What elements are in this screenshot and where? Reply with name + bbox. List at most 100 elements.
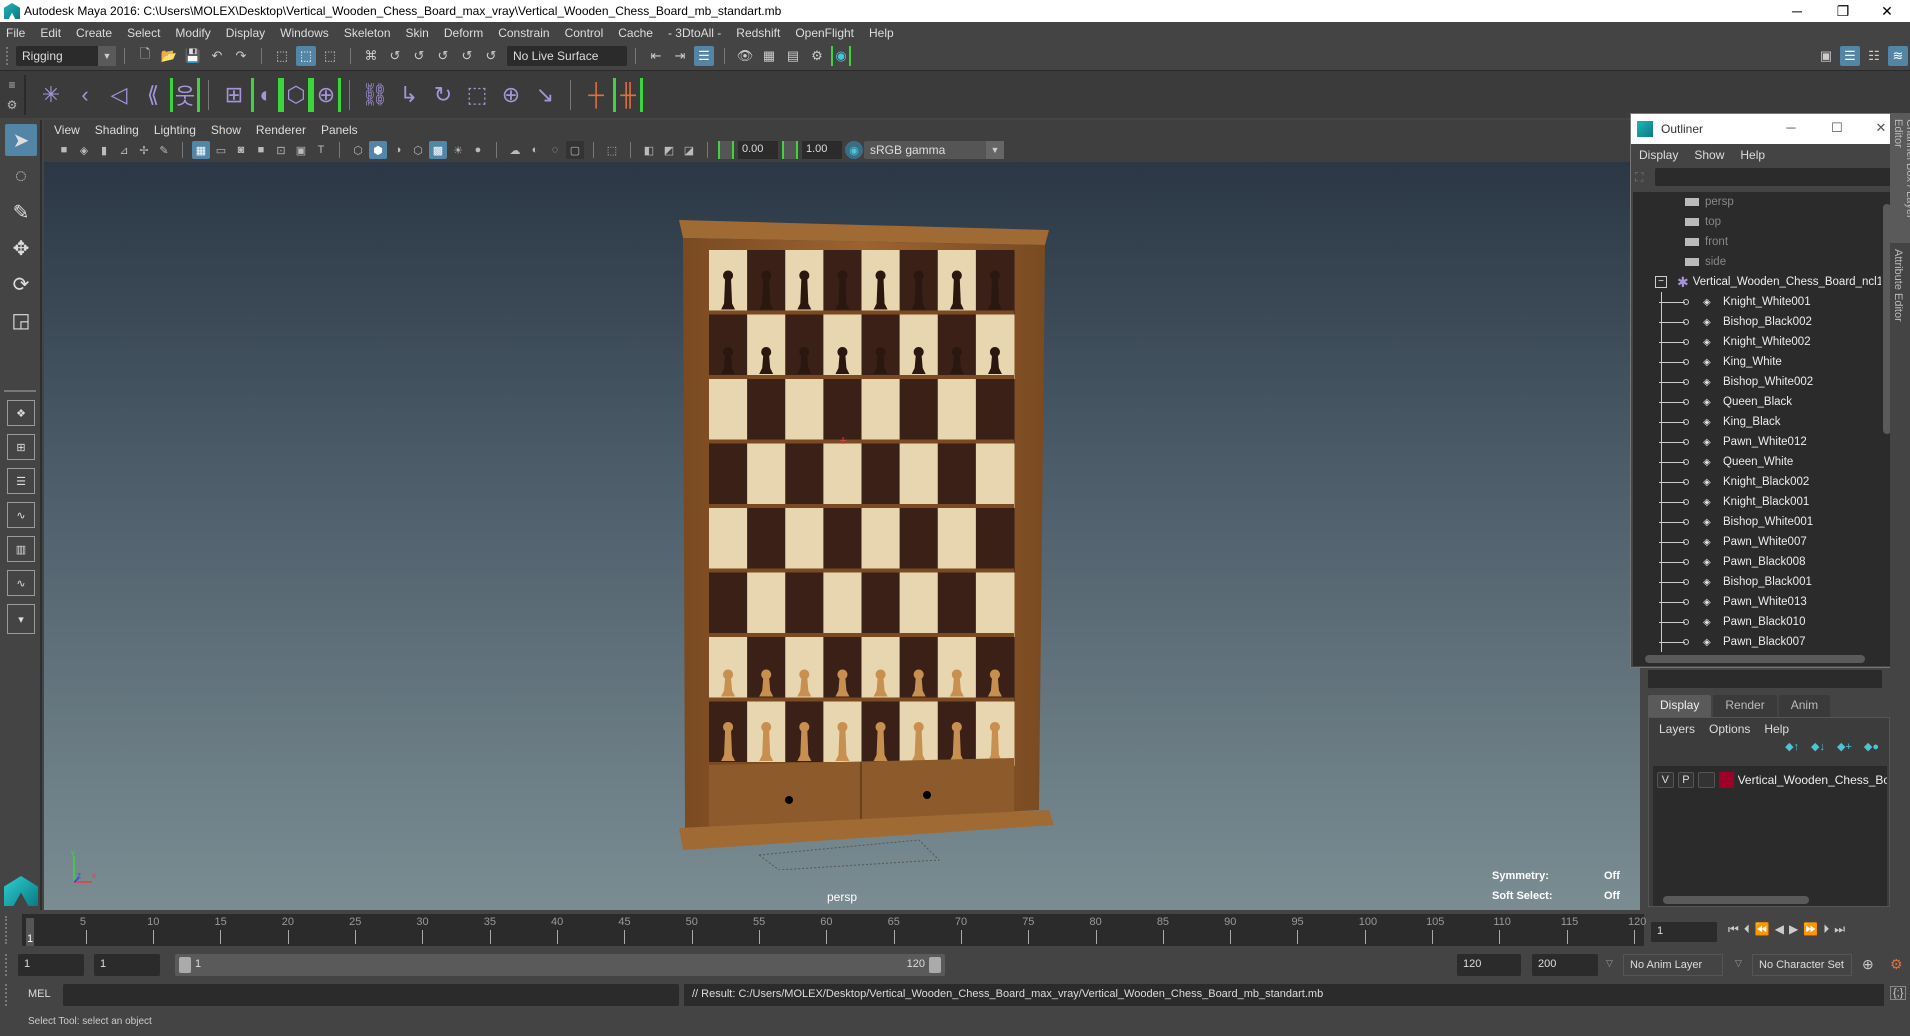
film-gate-icon[interactable]: ▭ xyxy=(212,141,230,159)
modeling-toolkit-icon[interactable]: ▣ xyxy=(1816,46,1836,66)
chess-cabinet-model[interactable] xyxy=(669,210,1059,870)
outliner-mesh-item[interactable]: ◈ Bishop_White002 xyxy=(1633,372,1895,392)
render-frame-icon[interactable]: ▦ xyxy=(759,46,779,66)
outliner-mesh-item[interactable]: ◈ King_White xyxy=(1633,352,1895,372)
restore-button[interactable]: ❐ xyxy=(1820,0,1866,22)
le-menu-options[interactable]: Options xyxy=(1709,722,1750,736)
animation-end-field[interactable]: 200 xyxy=(1532,954,1598,976)
display-type-toggle[interactable] xyxy=(1698,772,1715,788)
chevron-down-icon[interactable]: ▽ xyxy=(1735,958,1742,969)
render-view-icon[interactable]: 👁 xyxy=(735,46,755,66)
outliner-mesh-item[interactable]: ◈ Pawn_White007 xyxy=(1633,532,1895,552)
xray-joints-icon[interactable]: ◩ xyxy=(660,141,678,159)
menu-cache[interactable]: Cache xyxy=(618,26,653,40)
undo-icon[interactable]: ↶ xyxy=(207,46,227,66)
outliner-mesh-item[interactable]: ◈ Knight_Black001 xyxy=(1633,492,1895,512)
mirror-joint-icon[interactable]: ◁ xyxy=(102,78,136,112)
outliner-mesh-item[interactable]: ◈ Pawn_Black010 xyxy=(1633,612,1895,632)
current-time-marker[interactable]: 1 xyxy=(26,918,34,946)
textured-icon[interactable]: ▩ xyxy=(429,141,447,159)
parent-constraint-icon[interactable]: ⛓ xyxy=(358,78,392,112)
scrollbar-thumb[interactable] xyxy=(1645,655,1865,663)
tab-anim[interactable]: Anim xyxy=(1778,695,1831,717)
outliner-search-input[interactable] xyxy=(1655,168,1897,186)
snap-surface-icon[interactable]: ↺ xyxy=(457,46,477,66)
outliner-maximize-button[interactable]: ☐ xyxy=(1827,120,1847,138)
anim-layer-dropdown[interactable]: No Anim Layer xyxy=(1623,954,1723,976)
pole-vector-icon[interactable]: ↘ xyxy=(528,78,562,112)
outliner-camera-item[interactable]: persp xyxy=(1633,192,1895,212)
move-tool-icon[interactable]: ✥ xyxy=(5,232,37,264)
animation-start-field[interactable]: 1 xyxy=(18,954,84,976)
tool-settings-icon[interactable]: ☷ xyxy=(1864,46,1884,66)
menu-openflight[interactable]: OpenFlight xyxy=(795,26,854,40)
menu-windows[interactable]: Windows xyxy=(280,26,329,40)
outliner-camera-item[interactable]: front xyxy=(1633,232,1895,252)
hypershade-icon[interactable]: ◉ xyxy=(831,46,851,66)
live-surface-field[interactable]: No Live Surface xyxy=(507,46,627,66)
camera-icon[interactable]: ■ xyxy=(55,141,73,159)
image-plane-icon[interactable]: ⊿ xyxy=(115,141,133,159)
quick-rig-icon[interactable]: 웃 xyxy=(170,77,200,112)
play-backwards-icon[interactable]: ◀ xyxy=(1775,922,1784,937)
outliner-mesh-item[interactable]: ◈ Queen_White xyxy=(1633,452,1895,472)
menu-select[interactable]: Select xyxy=(127,26,160,40)
single-perspective-layout-icon[interactable]: ❖ xyxy=(7,400,35,426)
attribute-editor-toggle-icon[interactable]: ☰ xyxy=(1840,46,1860,66)
play-forwards-icon[interactable]: ▶ xyxy=(1789,922,1798,937)
outliner-mesh-item[interactable]: ◈ Knight_Black002 xyxy=(1633,472,1895,492)
grip-handle[interactable] xyxy=(5,954,9,976)
outliner-titlebar[interactable]: Outliner ─ ☐ ✕ xyxy=(1631,114,1901,144)
grip-handle[interactable] xyxy=(5,916,9,944)
construction-history-icon[interactable]: ☰ xyxy=(694,46,714,66)
new-layer-icon[interactable]: ◆+ xyxy=(1837,740,1852,760)
menu-control[interactable]: Control xyxy=(565,26,604,40)
menu-help[interactable]: Help xyxy=(869,26,894,40)
menu-skeleton[interactable]: Skeleton xyxy=(344,26,391,40)
input-ops-icon[interactable]: ⇤ xyxy=(646,46,666,66)
wireframe-icon[interactable]: ⬡ xyxy=(349,141,367,159)
xray-components-icon[interactable]: ◪ xyxy=(680,141,698,159)
outliner-mesh-item[interactable]: ◈ Bishop_Black001 xyxy=(1633,572,1895,592)
go-to-start-icon[interactable]: ⏮ xyxy=(1728,922,1739,937)
step-back-key-icon[interactable]: ⏪ xyxy=(1755,922,1770,937)
tab-display[interactable]: Display xyxy=(1648,695,1712,717)
four-view-layout-icon[interactable]: ⊞ xyxy=(7,434,35,460)
menu-redshift[interactable]: Redshift xyxy=(736,26,780,40)
current-frame-field[interactable]: 1 xyxy=(1651,922,1717,942)
layer-horizontal-scrollbar[interactable] xyxy=(1653,894,1887,906)
paint-weights-icon[interactable]: ◐ xyxy=(251,77,281,112)
select-component-icon[interactable]: ⬚ xyxy=(320,46,340,66)
safe-action-icon[interactable]: ▣ xyxy=(292,141,310,159)
shelf-menu-icon[interactable]: ≡ xyxy=(8,78,15,92)
depth-of-field-icon[interactable]: ▢ xyxy=(566,141,584,159)
outliner-minimize-button[interactable]: ─ xyxy=(1781,120,1801,138)
locator-icon[interactable]: ┼ xyxy=(579,78,613,112)
exposure-field[interactable]: 0.00 xyxy=(738,141,778,159)
step-forward-frame-icon[interactable]: ⏵ xyxy=(1823,922,1829,937)
select-filter-icon[interactable]: ⛶ xyxy=(1635,170,1643,185)
select-tool-icon[interactable]: ➤ xyxy=(5,124,37,156)
command-input[interactable] xyxy=(63,984,679,1006)
outliner-mesh-item[interactable]: ◈ Knight_White002 xyxy=(1633,332,1895,352)
grease-pencil-icon[interactable]: ✎ xyxy=(155,141,173,159)
select-object-icon[interactable]: ⬚ xyxy=(296,46,316,66)
outliner-mesh-item[interactable]: ◈ Bishop_White001 xyxy=(1633,512,1895,532)
menu-skin[interactable]: Skin xyxy=(406,26,429,40)
grid-icon[interactable]: ▦ xyxy=(192,141,210,159)
outliner-mesh-item[interactable]: ◈ Pawn_Black007 xyxy=(1633,632,1895,652)
script-editor-icon[interactable]: {;} xyxy=(1890,986,1907,1000)
grip-handle[interactable] xyxy=(6,47,10,65)
auto-key-icon[interactable]: ⊕ xyxy=(1862,956,1874,973)
safe-title-icon[interactable]: T xyxy=(312,141,330,159)
outliner-persp-layout-icon[interactable]: ☰ xyxy=(7,468,35,494)
drawer-knob-right[interactable] xyxy=(923,791,931,799)
new-scene-icon[interactable]: 🗋 xyxy=(135,46,155,66)
animation-preferences-icon[interactable]: ⚙ xyxy=(1890,956,1903,973)
gamma-field[interactable]: 1.00 xyxy=(802,141,842,159)
timeline-ruler[interactable]: 1 5 10 15 20 25 30 35 40 45 50 55 60 65 70 75 80 85 90 95 1… xyxy=(22,914,1646,946)
lasso-tool-icon[interactable]: ◌ xyxy=(5,160,37,192)
vp-menu-show[interactable]: Show xyxy=(211,123,241,137)
minimize-button[interactable]: ─ xyxy=(1774,0,1820,22)
chevron-down-icon[interactable]: ▽ xyxy=(1606,958,1613,969)
